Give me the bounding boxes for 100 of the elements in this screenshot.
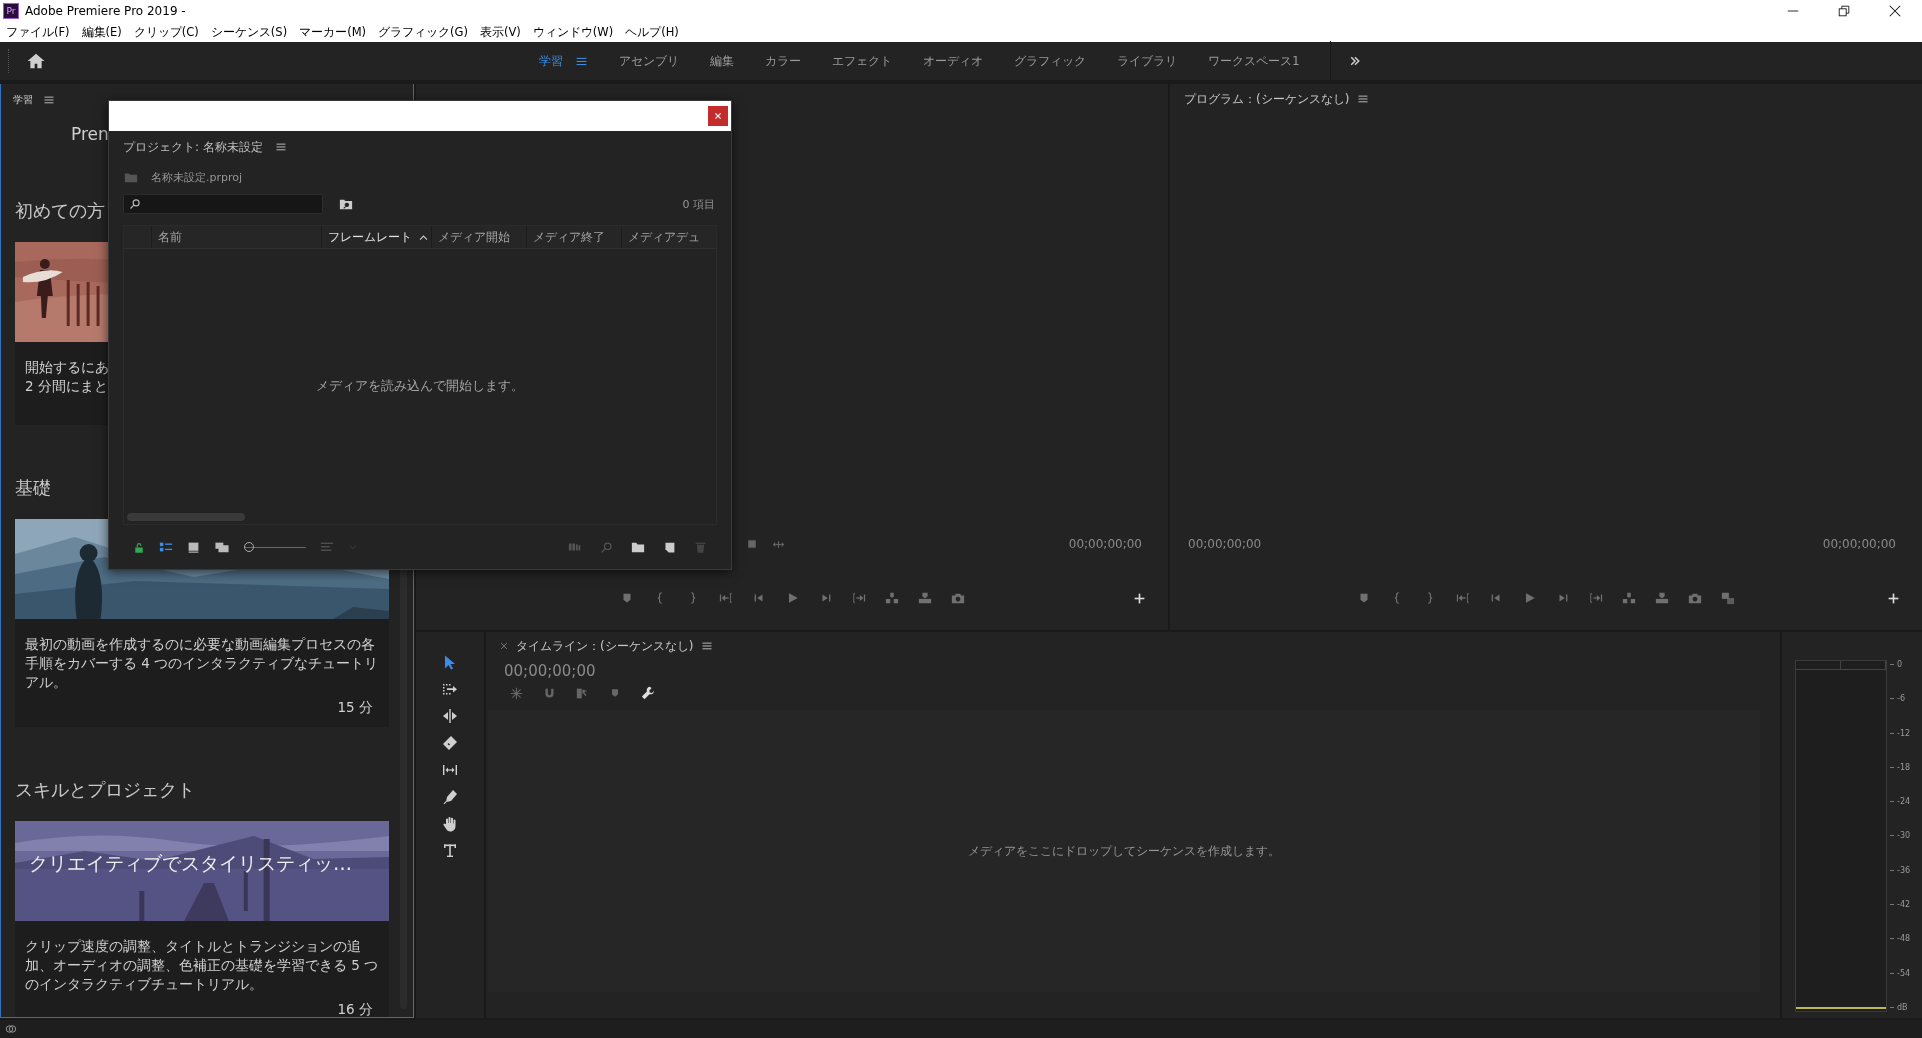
unlocked-icon[interactable] — [133, 540, 145, 554]
meter-scale-label: -48 — [1897, 934, 1911, 944]
type-tool-icon[interactable] — [442, 843, 458, 859]
menu-item[interactable]: グラフィック(G) — [378, 24, 468, 40]
column-header[interactable]: 名前 — [158, 228, 182, 246]
empty-message: メディアをここにドロップしてシーケンスを作成します。 — [968, 842, 1280, 860]
workspace-tab[interactable]: エフェクト — [832, 52, 892, 70]
workspace-tab[interactable]: ライブラリ — [1117, 52, 1177, 70]
new-item-icon[interactable] — [663, 540, 676, 554]
pen-tool-icon[interactable] — [442, 789, 458, 805]
menu-icon[interactable] — [43, 94, 55, 106]
card-description: 最初の動画を作成するのに必要な動画編集プロセスの各手順をカバーする 4 つのインタラクティブなチュートリアル。 — [25, 635, 379, 692]
sort-icon[interactable] — [320, 540, 334, 554]
lift-icon[interactable] — [1655, 591, 1669, 605]
workspace-tab[interactable]: グラフィック — [1014, 52, 1086, 70]
rings-icon[interactable] — [4, 1023, 18, 1035]
add-button-icon[interactable] — [1887, 591, 1900, 605]
meter-scale-label: -18 — [1897, 762, 1911, 772]
card-image-title: クリエイティブでスタイリスティッ… — [29, 851, 352, 876]
menu-item[interactable]: クリップ(C) — [133, 24, 199, 40]
more-workspaces-icon[interactable] — [1348, 55, 1361, 67]
panel-title: プログラム：(シーケンスなし) — [1184, 90, 1350, 108]
panel-title: 学習 — [13, 93, 33, 107]
meter-scale-label: dB — [1897, 1002, 1908, 1012]
marker-icon[interactable] — [609, 687, 621, 699]
home-icon[interactable] — [27, 52, 45, 70]
search-field[interactable] — [123, 194, 323, 214]
column-header[interactable]: メディアデュ — [628, 228, 700, 246]
card-text: 開始するにあ — [25, 358, 109, 377]
workspace-tab[interactable]: 編集 — [710, 52, 734, 70]
compare-icon[interactable] — [1721, 591, 1735, 605]
workspace-tab[interactable]: カラー — [765, 52, 801, 70]
icon-view-icon[interactable] — [187, 540, 200, 554]
column-header[interactable]: メディア終了 — [533, 228, 605, 246]
meter-scale-label: -42 — [1897, 900, 1911, 910]
settings-icon[interactable] — [641, 686, 655, 700]
freeform-view-icon[interactable] — [214, 540, 230, 554]
bin-search-icon[interactable] — [339, 197, 353, 211]
menu-item[interactable]: 表示(V) — [479, 24, 521, 40]
meter-scale-label: -6 — [1897, 694, 1905, 704]
workspace-tab[interactable]: ワークスペース1 — [1208, 52, 1300, 70]
menu-item[interactable]: ファイル(F) — [6, 24, 70, 40]
menu-icon[interactable] — [701, 640, 714, 652]
razor-tool-icon[interactable] — [442, 735, 458, 751]
overwrite-icon[interactable] — [917, 591, 932, 605]
timecode: 00;00;00;00 — [1822, 537, 1896, 551]
go-to-out-icon[interactable] — [851, 591, 866, 605]
panel-title: タイムライン：(シーケンスなし) — [516, 637, 694, 655]
section-title: 初めての方 — [15, 199, 105, 223]
ripple-tool-icon[interactable] — [442, 708, 458, 724]
list-view-icon[interactable] — [159, 540, 173, 554]
slip-tool-icon[interactable] — [442, 762, 458, 778]
meter-scale-label: -12 — [1897, 728, 1911, 738]
menu-item[interactable]: 編集(E) — [81, 24, 122, 40]
close-icon[interactable] — [1888, 4, 1902, 18]
meter-scale-label: 0 — [1897, 660, 1903, 669]
track-select-tool-icon[interactable] — [442, 681, 458, 697]
linked-selection-icon[interactable] — [576, 686, 589, 700]
workspace-tab[interactable]: オーディオ — [923, 52, 983, 70]
insert-icon[interactable] — [1622, 591, 1636, 605]
card-text: 2 分間にまと — [25, 377, 108, 396]
workspace-tab[interactable]: 学習 — [539, 52, 563, 70]
restore-icon[interactable] — [1837, 4, 1851, 18]
menu-icon[interactable] — [1357, 93, 1370, 105]
camera-icon[interactable] — [1688, 591, 1702, 605]
hand-tool-icon[interactable] — [442, 816, 458, 832]
panel-title: プロジェクト: 名称未設定 — [123, 138, 263, 156]
menu-item[interactable]: ヘルプ(H) — [625, 24, 679, 40]
timecode: 00;00;00;00 — [1068, 537, 1142, 551]
go-to-in-icon[interactable] — [1456, 591, 1470, 605]
camera-icon[interactable] — [950, 591, 965, 605]
meter-scale-label: -30 — [1897, 831, 1911, 841]
meter-scale-label: -36 — [1897, 865, 1911, 875]
duration: 15 分 — [336, 698, 374, 717]
workspace-tab[interactable]: アセンブリ — [619, 52, 679, 70]
go-to-in-icon[interactable] — [718, 591, 733, 605]
column-header[interactable]: フレームレート — [328, 228, 412, 246]
project-file-name: 名称未設定.prproj — [151, 169, 243, 185]
add-button-icon[interactable] — [1133, 591, 1146, 605]
search-icon[interactable] — [129, 198, 141, 210]
tutorial-card[interactable]: クリエイティブでスタイリスティッ… クリップ速度の調整、タイトルとトランジションの追加、オーディオの調整、色補正の基礎を学習できる 5 つのインタラクティブチュートリアル。 16 分 — [15, 821, 389, 1017]
item-count: 0 項目 — [682, 196, 716, 212]
insert-icon[interactable] — [884, 591, 899, 605]
app-logo: Pr — [3, 3, 19, 19]
timecode: 00;00;00;00 — [1188, 537, 1262, 551]
go-to-out-icon[interactable] — [1589, 591, 1603, 605]
snap-icon[interactable] — [510, 686, 523, 700]
meter-scale-label: -24 — [1897, 797, 1911, 807]
menu-item[interactable]: シーケンス(S) — [210, 24, 288, 40]
meter-scale-label: -54 — [1897, 968, 1911, 978]
empty-message: メディアを読み込んで開始します。 — [316, 378, 524, 395]
column-header[interactable]: メディア開始 — [438, 228, 510, 246]
menu-icon[interactable] — [274, 141, 287, 153]
square-icon[interactable] — [746, 538, 758, 550]
magnet-icon[interactable] — [543, 686, 556, 700]
timecode: 00;00;00;00 — [503, 661, 597, 682]
section-title: 基礎 — [15, 476, 51, 500]
folder-icon[interactable] — [631, 540, 645, 554]
menu-item[interactable]: マーカー(M) — [299, 24, 367, 40]
menu-item[interactable]: ウィンドウ(W) — [532, 24, 614, 40]
